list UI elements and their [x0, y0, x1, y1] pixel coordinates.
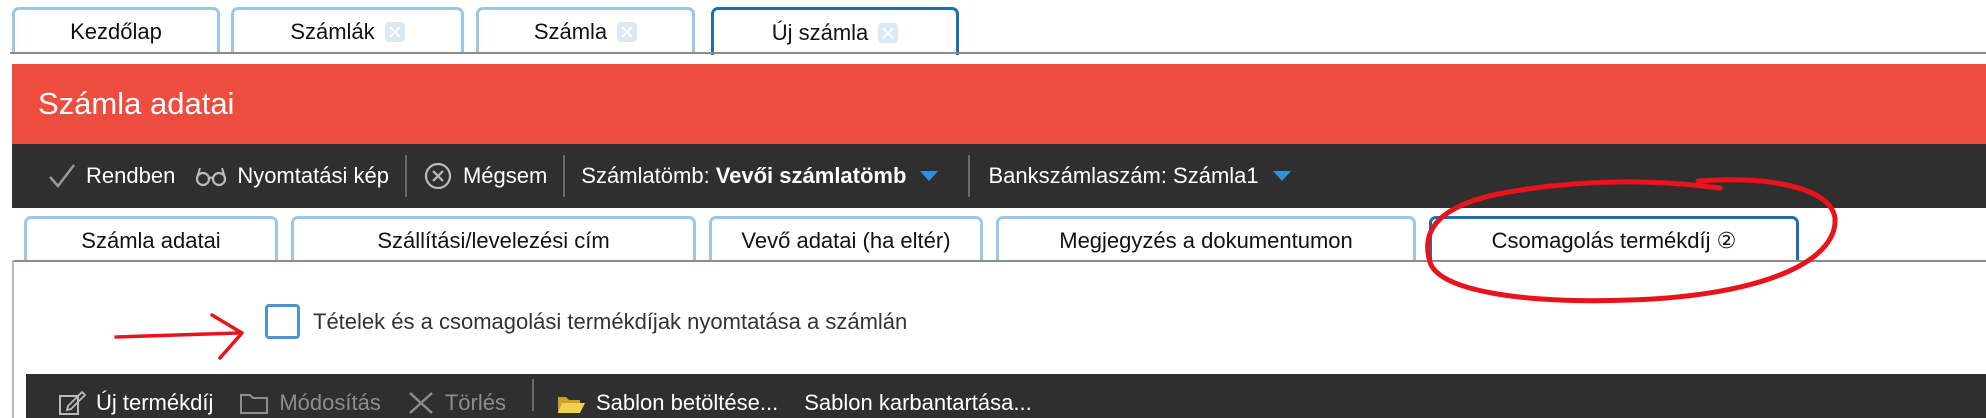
tab-packaging-fee[interactable]: Csomagolás termékdíj ② — [1429, 216, 1799, 262]
section-tabs: Számla adatai Szállítási/levelezési cím … — [0, 212, 1986, 262]
tab-label: Számla adatai — [81, 227, 221, 253]
bank-account-dropdown[interactable]: Bankszámlaszám: Számla1 — [976, 144, 1300, 208]
dropdown-arrow-icon — [1272, 171, 1291, 181]
print-items-label: Tételek és a csomagolási termékdíjak nyo… — [313, 308, 908, 334]
tab-label: Vevő adatai (ha eltér) — [741, 227, 951, 253]
annotation-overlay — [114, 177, 1838, 360]
dropdown-arrow-icon — [920, 171, 939, 181]
toolbar-separator — [563, 155, 566, 197]
open-folder-icon — [556, 391, 586, 415]
product-fee-toolbar: Új termékdíj Módosítás Törlés Sablon bet… — [26, 374, 1986, 418]
close-tab-icon[interactable] — [878, 22, 899, 43]
tab-label: Új számla — [771, 19, 869, 45]
manage-templates-label: Sablon karbantartása... — [804, 390, 1032, 415]
invoice-block-label: Számlatömb: — [581, 163, 710, 188]
print-items-checkbox[interactable] — [265, 304, 300, 339]
modify-button[interactable]: Módosítás — [239, 390, 381, 416]
toolbar-separator — [404, 155, 407, 197]
tab-invoice[interactable]: Számla — [476, 7, 695, 54]
bank-account-label: Bankszámlaszám: Számla1 — [988, 163, 1259, 188]
modify-label: Módosítás — [279, 390, 381, 415]
panel-header: Számla adatai — [12, 64, 1986, 144]
checkmark-icon — [48, 163, 76, 189]
new-product-fee-label: Új termékdíj — [96, 390, 214, 415]
new-product-fee-button[interactable]: Új termékdíj — [58, 390, 213, 416]
cancel-button[interactable]: Mégsem — [413, 144, 557, 208]
tab-label: Csomagolás termékdíj ② — [1491, 227, 1737, 253]
print-preview-label: Nyomtatási kép — [237, 163, 389, 188]
cancel-label: Mégsem — [462, 163, 548, 188]
glasses-icon — [195, 165, 227, 187]
print-items-option: Tételek és a csomagolási termékdíjak nyo… — [265, 304, 907, 339]
tab-home[interactable]: Kezdőlap — [12, 7, 220, 54]
close-tab-icon[interactable] — [384, 22, 405, 42]
tab-new-invoice[interactable]: Új számla — [711, 7, 959, 55]
tab-invoice-details[interactable]: Számla adatai — [24, 216, 278, 262]
tools-icon — [407, 390, 435, 416]
invoice-block-dropdown[interactable]: Számlatömb: Vevői számlatömb — [571, 144, 948, 208]
cancel-circle-icon — [423, 161, 453, 191]
tab-customer-details[interactable]: Vevő adatai (ha eltér) — [709, 216, 983, 262]
ok-label: Rendben — [86, 163, 176, 188]
folder-icon — [239, 391, 269, 415]
main-toolbar: Rendben Nyomtatási kép Mégsem Számlatömb… — [12, 144, 1986, 208]
delete-button[interactable]: Törlés — [407, 390, 506, 416]
annotation-arrow — [114, 313, 244, 360]
document-tabs: Kezdőlap Számlák Számla Új számla — [0, 0, 1986, 55]
toolbar-separator — [968, 155, 971, 197]
content-border — [12, 260, 14, 418]
edit-icon — [58, 390, 86, 416]
delete-label: Törlés — [444, 390, 506, 415]
invoice-block-value: Vevői számlatömb — [715, 163, 907, 188]
tab-label: Kezdőlap — [70, 19, 162, 44]
tab-label: Szállítási/levelezési cím — [377, 227, 610, 253]
tabs-divider — [10, 52, 1986, 54]
page-title: Számla adatai — [38, 86, 235, 121]
tab-label: Számlák — [290, 19, 375, 44]
tab-label: Számla — [533, 19, 608, 44]
tab-label: Megjegyzés a dokumentumon — [1059, 227, 1353, 253]
tab-shipping-address[interactable]: Szállítási/levelezési cím — [291, 216, 696, 262]
close-tab-icon[interactable] — [617, 22, 638, 42]
section-tabs-divider — [12, 260, 1986, 262]
ok-button[interactable]: Rendben — [12, 144, 185, 208]
tab-invoices[interactable]: Számlák — [231, 7, 464, 54]
toolbar-separator — [531, 379, 534, 411]
print-preview-button[interactable]: Nyomtatási kép — [185, 144, 399, 208]
manage-templates-button[interactable]: Sablon karbantartása... — [804, 390, 1031, 416]
load-template-button[interactable]: Sablon betöltése... — [556, 390, 778, 416]
load-template-label: Sablon betöltése... — [595, 390, 779, 415]
tab-document-note[interactable]: Megjegyzés a dokumentumon — [996, 216, 1416, 262]
